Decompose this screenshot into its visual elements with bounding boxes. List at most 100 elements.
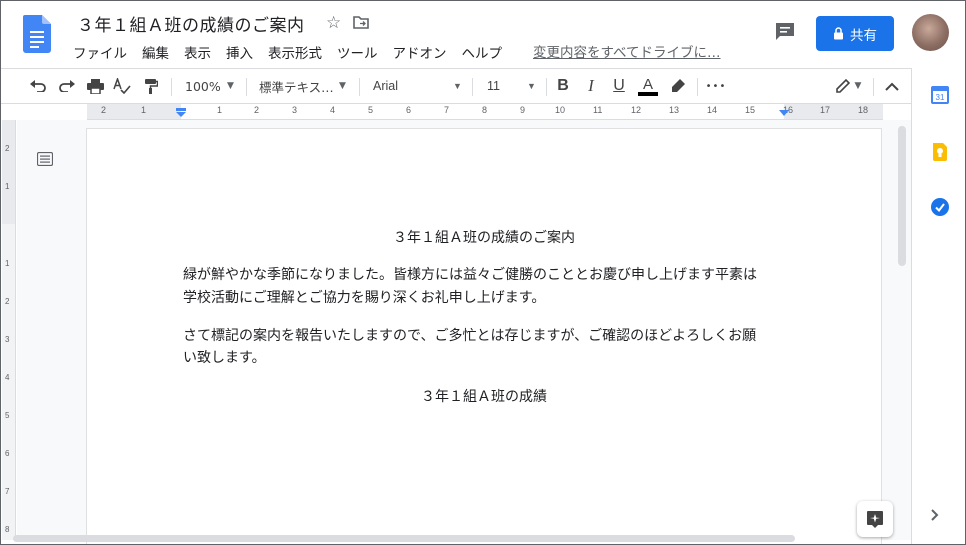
text-color-button[interactable]: A (637, 69, 659, 103)
bold-button[interactable]: B (553, 69, 573, 103)
explore-icon (867, 511, 883, 528)
menu-file[interactable]: ファイル (73, 42, 127, 62)
right-indent-marker-icon[interactable] (778, 109, 790, 117)
paragraph-line[interactable]: 緑が鮮やかな季節になりました。皆様方には益々ご健勝のこととお慶び申し上げます平素… (183, 264, 757, 284)
lock-icon (834, 27, 843, 40)
ruler-number: 4 (330, 105, 336, 115)
vruler-number: 7 (5, 487, 10, 496)
hide-menus-icon[interactable] (881, 69, 903, 103)
toolbar-divider (873, 78, 874, 96)
calendar-icon[interactable]: 31 (931, 86, 949, 104)
menu-addons[interactable]: アドオン (393, 42, 447, 62)
google-docs-logo-icon[interactable] (23, 15, 51, 53)
zoom-value: 100% (185, 78, 221, 94)
ruler-number: 2 (101, 105, 107, 115)
ruler-number: 14 (707, 105, 718, 115)
menu-bar: ファイル 編集 表示 挿入 表示形式 ツール アドオン ヘルプ (73, 42, 517, 62)
vertical-ruler[interactable]: 2 1 1 2 3 4 5 6 7 8 (2, 120, 16, 540)
font-family-dropdown[interactable]: Arial ▼ (373, 69, 465, 103)
vruler-number: 3 (5, 335, 10, 344)
explore-button[interactable] (857, 501, 893, 537)
document-title[interactable]: ３年１組Ａ班の成績のご案内 (77, 11, 305, 36)
toolbar-divider (246, 78, 247, 96)
font-family-value: Arial (373, 79, 399, 93)
document-subheading[interactable]: ３年１組Ａ班の成績 (87, 386, 881, 406)
ruler-number: 1 (141, 105, 147, 115)
ruler-number: 8 (482, 105, 488, 115)
zoom-dropdown[interactable]: 100% ▼ (185, 69, 239, 103)
chevron-right-icon[interactable] (931, 509, 939, 525)
toolbar-divider (697, 78, 698, 96)
ruler-number: 2 (254, 105, 260, 115)
menu-edit[interactable]: 編集 (142, 42, 169, 62)
horizontal-ruler[interactable]: 2 1 1 2 3 4 5 6 7 8 9 10 11 12 13 14 15 … (87, 104, 883, 120)
document-outline-icon[interactable] (37, 152, 53, 166)
menu-tools[interactable]: ツール (337, 42, 378, 62)
menu-view[interactable]: 表示 (184, 42, 211, 62)
vruler-number: 2 (5, 144, 10, 153)
ruler-number: 7 (444, 105, 450, 115)
formatting-toolbar: 100% ▼ 標準テキス… ▼ Arial ▼ 11 ▼ B I U A •••… (1, 68, 911, 104)
horizontal-scrollbar[interactable] (13, 535, 795, 542)
paragraph-style-dropdown[interactable]: 標準テキス… ▼ (259, 69, 351, 103)
font-size-value: 11 (487, 79, 500, 93)
vruler-number: 8 (5, 525, 10, 534)
text-color-swatch (638, 91, 658, 96)
vruler-number: 4 (5, 373, 10, 382)
ruler-number: 10 (555, 105, 566, 115)
paragraph-style-value: 標準テキス… (259, 79, 334, 95)
vertical-scrollbar[interactable] (898, 126, 906, 266)
vruler-number: 5 (5, 411, 10, 420)
vruler-number: 1 (5, 259, 10, 268)
menu-insert[interactable]: 挿入 (226, 42, 253, 62)
redo-icon[interactable] (56, 69, 78, 103)
paint-format-icon[interactable] (140, 69, 162, 103)
top-margin-area (2, 120, 15, 224)
undo-icon[interactable] (27, 69, 49, 103)
chevron-down-icon: ▼ (854, 81, 862, 91)
ruler-number: 9 (520, 105, 526, 115)
italic-button[interactable]: I (581, 69, 601, 103)
paragraph-line[interactable]: い致します。 (183, 347, 266, 367)
menu-help[interactable]: ヘルプ (462, 42, 503, 62)
chevron-down-icon: ▼ (227, 81, 234, 91)
toolbar-divider (546, 78, 547, 96)
text-color-glyph: A (642, 75, 653, 93)
menu-format[interactable]: 表示形式 (268, 42, 322, 62)
star-icon[interactable]: ☆ (326, 13, 341, 33)
document-heading[interactable]: ３年１組Ａ班の成績のご案内 (87, 227, 881, 247)
ruler-number: 12 (631, 105, 642, 115)
account-avatar[interactable] (912, 14, 949, 51)
ruler-number: 11 (593, 105, 603, 115)
comment-history-icon[interactable] (774, 22, 796, 42)
paragraph-line[interactable]: さて標記の案内を報告いたしますので、ご多忙とは存じますが、ご確認のほどよろしくお… (183, 325, 756, 345)
chevron-down-icon: ▼ (339, 81, 346, 91)
toolbar-divider (472, 78, 473, 96)
paragraph-line[interactable]: 学校活動にご理解とご協力を賜り深くお礼申し上げます。 (183, 287, 545, 307)
right-margin-area (784, 104, 883, 119)
calendar-number: 31 (936, 93, 945, 102)
toolbar-divider (359, 78, 360, 96)
tasks-icon[interactable] (931, 198, 949, 216)
side-panel: 31 (911, 68, 965, 544)
ruler-number: 13 (669, 105, 680, 115)
vruler-number: 2 (5, 297, 10, 306)
move-to-folder-icon[interactable] (353, 15, 369, 29)
highlight-color-icon[interactable] (667, 69, 689, 103)
keep-icon[interactable] (931, 143, 949, 161)
ruler-number: 3 (292, 105, 298, 115)
more-options-button[interactable]: ••• (705, 69, 727, 103)
ruler-number: 6 (406, 105, 412, 115)
underline-button[interactable]: U (609, 69, 629, 103)
toolbar-divider (171, 78, 172, 96)
left-indent-marker-icon[interactable] (175, 108, 187, 118)
font-size-dropdown[interactable]: 11 ▼ (487, 69, 539, 103)
vruler-number: 6 (5, 449, 10, 458)
editing-mode-dropdown[interactable]: ▼ (831, 69, 865, 103)
print-icon[interactable] (84, 69, 106, 103)
spellcheck-icon[interactable] (111, 69, 133, 103)
document-page[interactable]: ３年１組Ａ班の成績のご案内 緑が鮮やかな季節になりました。皆様方には益々ご健勝の… (87, 129, 881, 544)
share-button[interactable]: 共有 (816, 16, 894, 51)
save-status-link[interactable]: 変更内容をすべてドライブに… (533, 41, 721, 61)
chevron-down-icon: ▼ (527, 81, 536, 91)
